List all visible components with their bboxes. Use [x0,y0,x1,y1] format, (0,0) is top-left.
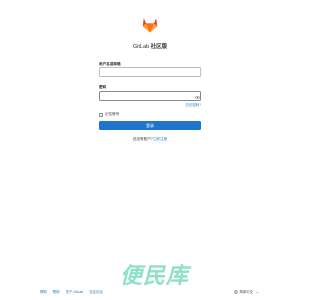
password-input[interactable] [99,91,201,101]
remember-me[interactable]: 记住账号 [99,112,119,117]
username-input[interactable] [99,67,201,77]
remember-checkbox[interactable] [99,112,103,117]
footer-link-help[interactable]: 帮助 [40,289,47,294]
brand-suffix: 社区版 [150,44,168,50]
tanuki-icon [142,18,158,33]
register-prompt: 还没有账户? [132,137,153,141]
footer-link-forum[interactable]: 社区论坛 [89,289,103,294]
brand-title: GitLab 社区版 [0,42,300,50]
footer-link-help-2[interactable]: 帮助 [53,289,60,294]
login-button[interactable]: 登录 [99,121,201,130]
eye-icon [194,95,200,99]
gitlab-logo [141,16,159,34]
register-link[interactable]: 立即注册 [153,137,167,141]
language-label: 简体中文 [239,290,254,294]
register-row: 还没有账户?立即注册 [0,137,300,142]
password-label: 密码 [99,85,107,89]
watermark: 便民库 [120,264,190,289]
globe-icon [234,289,238,294]
footer-links: 帮助 帮助 关于 GitLab 社区论坛 [40,289,103,294]
language-selector[interactable]: 简体中文 [234,289,259,294]
footer-link-about[interactable]: 关于 GitLab [66,289,84,294]
password-visibility-toggle[interactable] [194,94,200,100]
remember-label: 记住账号 [105,112,120,116]
forgot-password-link[interactable]: 忘记密码? [170,102,201,107]
brand-name: GitLab [132,44,150,50]
chevron-down-icon [255,290,258,293]
